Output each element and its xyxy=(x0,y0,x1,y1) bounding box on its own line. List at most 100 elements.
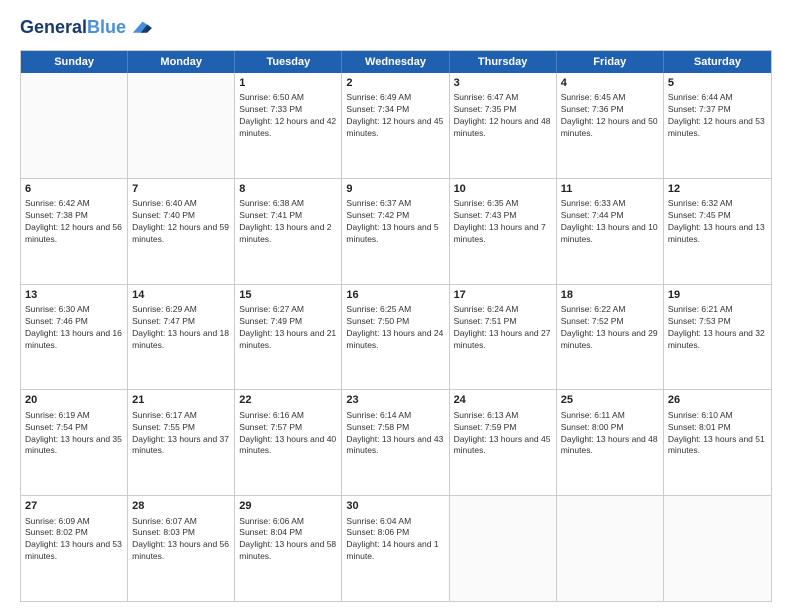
calendar-week-1: 6Sunrise: 6:42 AMSunset: 7:38 PMDaylight… xyxy=(21,178,771,284)
day-info-line: Daylight: 13 hours and 18 minutes. xyxy=(132,328,230,352)
calendar-week-2: 13Sunrise: 6:30 AMSunset: 7:46 PMDayligh… xyxy=(21,284,771,390)
calendar-empty xyxy=(557,496,664,601)
day-number: 2 xyxy=(346,76,444,91)
calendar-day-12: 12Sunrise: 6:32 AMSunset: 7:45 PMDayligh… xyxy=(664,179,771,284)
day-number: 14 xyxy=(132,288,230,303)
day-info-line: Daylight: 13 hours and 32 minutes. xyxy=(668,328,767,352)
day-info-line: Sunset: 7:53 PM xyxy=(668,316,767,328)
calendar-day-14: 14Sunrise: 6:29 AMSunset: 7:47 PMDayligh… xyxy=(128,285,235,390)
day-info-line: Sunrise: 6:27 AM xyxy=(239,304,337,316)
calendar-empty xyxy=(21,73,128,178)
day-info-line: Daylight: 13 hours and 7 minutes. xyxy=(454,222,552,246)
day-info-line: Sunset: 7:41 PM xyxy=(239,210,337,222)
calendar-day-2: 2Sunrise: 6:49 AMSunset: 7:34 PMDaylight… xyxy=(342,73,449,178)
day-info-line: Sunrise: 6:07 AM xyxy=(132,516,230,528)
day-info-line: Sunset: 7:42 PM xyxy=(346,210,444,222)
header: GeneralBlue xyxy=(20,16,772,40)
day-number: 6 xyxy=(25,182,123,197)
day-number: 26 xyxy=(668,393,767,408)
calendar-day-4: 4Sunrise: 6:45 AMSunset: 7:36 PMDaylight… xyxy=(557,73,664,178)
day-info-line: Daylight: 13 hours and 16 minutes. xyxy=(25,328,123,352)
day-info-line: Daylight: 13 hours and 10 minutes. xyxy=(561,222,659,246)
header-day-sunday: Sunday xyxy=(21,51,128,73)
logo-text: GeneralBlue xyxy=(20,18,126,38)
day-number: 28 xyxy=(132,499,230,514)
calendar-day-1: 1Sunrise: 6:50 AMSunset: 7:33 PMDaylight… xyxy=(235,73,342,178)
calendar-day-5: 5Sunrise: 6:44 AMSunset: 7:37 PMDaylight… xyxy=(664,73,771,178)
day-info-line: Sunset: 7:57 PM xyxy=(239,422,337,434)
day-number: 4 xyxy=(561,76,659,91)
day-number: 12 xyxy=(668,182,767,197)
day-info-line: Sunrise: 6:14 AM xyxy=(346,410,444,422)
day-number: 15 xyxy=(239,288,337,303)
day-info-line: Sunrise: 6:47 AM xyxy=(454,92,552,104)
calendar-day-21: 21Sunrise: 6:17 AMSunset: 7:55 PMDayligh… xyxy=(128,390,235,495)
day-info-line: Sunset: 7:47 PM xyxy=(132,316,230,328)
day-number: 13 xyxy=(25,288,123,303)
day-info-line: Sunrise: 6:04 AM xyxy=(346,516,444,528)
day-number: 16 xyxy=(346,288,444,303)
calendar-day-15: 15Sunrise: 6:27 AMSunset: 7:49 PMDayligh… xyxy=(235,285,342,390)
calendar-day-28: 28Sunrise: 6:07 AMSunset: 8:03 PMDayligh… xyxy=(128,496,235,601)
day-info-line: Daylight: 13 hours and 43 minutes. xyxy=(346,434,444,458)
day-number: 22 xyxy=(239,393,337,408)
calendar-day-8: 8Sunrise: 6:38 AMSunset: 7:41 PMDaylight… xyxy=(235,179,342,284)
calendar-day-24: 24Sunrise: 6:13 AMSunset: 7:59 PMDayligh… xyxy=(450,390,557,495)
day-info-line: Sunset: 7:50 PM xyxy=(346,316,444,328)
day-info-line: Sunset: 7:44 PM xyxy=(561,210,659,222)
day-info-line: Sunrise: 6:21 AM xyxy=(668,304,767,316)
day-info-line: Daylight: 12 hours and 50 minutes. xyxy=(561,116,659,140)
day-info-line: Daylight: 12 hours and 56 minutes. xyxy=(25,222,123,246)
page: GeneralBlue SundayMondayTuesdayWednesday… xyxy=(0,0,792,612)
day-number: 11 xyxy=(561,182,659,197)
day-info-line: Sunset: 7:45 PM xyxy=(668,210,767,222)
day-info-line: Daylight: 13 hours and 37 minutes. xyxy=(132,434,230,458)
day-info-line: Sunrise: 6:11 AM xyxy=(561,410,659,422)
day-info-line: Sunrise: 6:17 AM xyxy=(132,410,230,422)
calendar-day-11: 11Sunrise: 6:33 AMSunset: 7:44 PMDayligh… xyxy=(557,179,664,284)
day-info-line: Sunrise: 6:19 AM xyxy=(25,410,123,422)
day-number: 23 xyxy=(346,393,444,408)
day-info-line: Daylight: 12 hours and 45 minutes. xyxy=(346,116,444,140)
calendar-day-26: 26Sunrise: 6:10 AMSunset: 8:01 PMDayligh… xyxy=(664,390,771,495)
day-info-line: Daylight: 13 hours and 58 minutes. xyxy=(239,539,337,563)
day-info-line: Daylight: 13 hours and 13 minutes. xyxy=(668,222,767,246)
calendar-day-29: 29Sunrise: 6:06 AMSunset: 8:04 PMDayligh… xyxy=(235,496,342,601)
calendar-week-3: 20Sunrise: 6:19 AMSunset: 7:54 PMDayligh… xyxy=(21,389,771,495)
day-info-line: Sunset: 7:34 PM xyxy=(346,104,444,116)
day-info-line: Sunset: 7:40 PM xyxy=(132,210,230,222)
day-info-line: Sunset: 8:02 PM xyxy=(25,527,123,539)
day-number: 10 xyxy=(454,182,552,197)
day-info-line: Daylight: 13 hours and 2 minutes. xyxy=(239,222,337,246)
calendar-day-3: 3Sunrise: 6:47 AMSunset: 7:35 PMDaylight… xyxy=(450,73,557,178)
day-number: 1 xyxy=(239,76,337,91)
day-info-line: Sunrise: 6:06 AM xyxy=(239,516,337,528)
day-info-line: Sunrise: 6:10 AM xyxy=(668,410,767,422)
day-info-line: Daylight: 13 hours and 5 minutes. xyxy=(346,222,444,246)
calendar-day-20: 20Sunrise: 6:19 AMSunset: 7:54 PMDayligh… xyxy=(21,390,128,495)
calendar-day-23: 23Sunrise: 6:14 AMSunset: 7:58 PMDayligh… xyxy=(342,390,449,495)
day-info-line: Sunset: 7:36 PM xyxy=(561,104,659,116)
day-info-line: Daylight: 12 hours and 48 minutes. xyxy=(454,116,552,140)
day-info-line: Daylight: 13 hours and 48 minutes. xyxy=(561,434,659,458)
calendar-body: 1Sunrise: 6:50 AMSunset: 7:33 PMDaylight… xyxy=(21,73,771,601)
day-info-line: Sunrise: 6:45 AM xyxy=(561,92,659,104)
day-info-line: Daylight: 12 hours and 59 minutes. xyxy=(132,222,230,246)
day-number: 20 xyxy=(25,393,123,408)
day-info-line: Sunrise: 6:24 AM xyxy=(454,304,552,316)
day-info-line: Daylight: 12 hours and 53 minutes. xyxy=(668,116,767,140)
calendar-day-13: 13Sunrise: 6:30 AMSunset: 7:46 PMDayligh… xyxy=(21,285,128,390)
day-info-line: Daylight: 13 hours and 45 minutes. xyxy=(454,434,552,458)
day-info-line: Sunrise: 6:32 AM xyxy=(668,198,767,210)
calendar-day-9: 9Sunrise: 6:37 AMSunset: 7:42 PMDaylight… xyxy=(342,179,449,284)
day-number: 27 xyxy=(25,499,123,514)
day-number: 25 xyxy=(561,393,659,408)
day-info-line: Daylight: 13 hours and 53 minutes. xyxy=(25,539,123,563)
day-number: 8 xyxy=(239,182,337,197)
day-info-line: Sunset: 8:06 PM xyxy=(346,527,444,539)
day-info-line: Sunrise: 6:09 AM xyxy=(25,516,123,528)
day-number: 24 xyxy=(454,393,552,408)
header-day-monday: Monday xyxy=(128,51,235,73)
calendar-empty xyxy=(450,496,557,601)
header-day-friday: Friday xyxy=(557,51,664,73)
